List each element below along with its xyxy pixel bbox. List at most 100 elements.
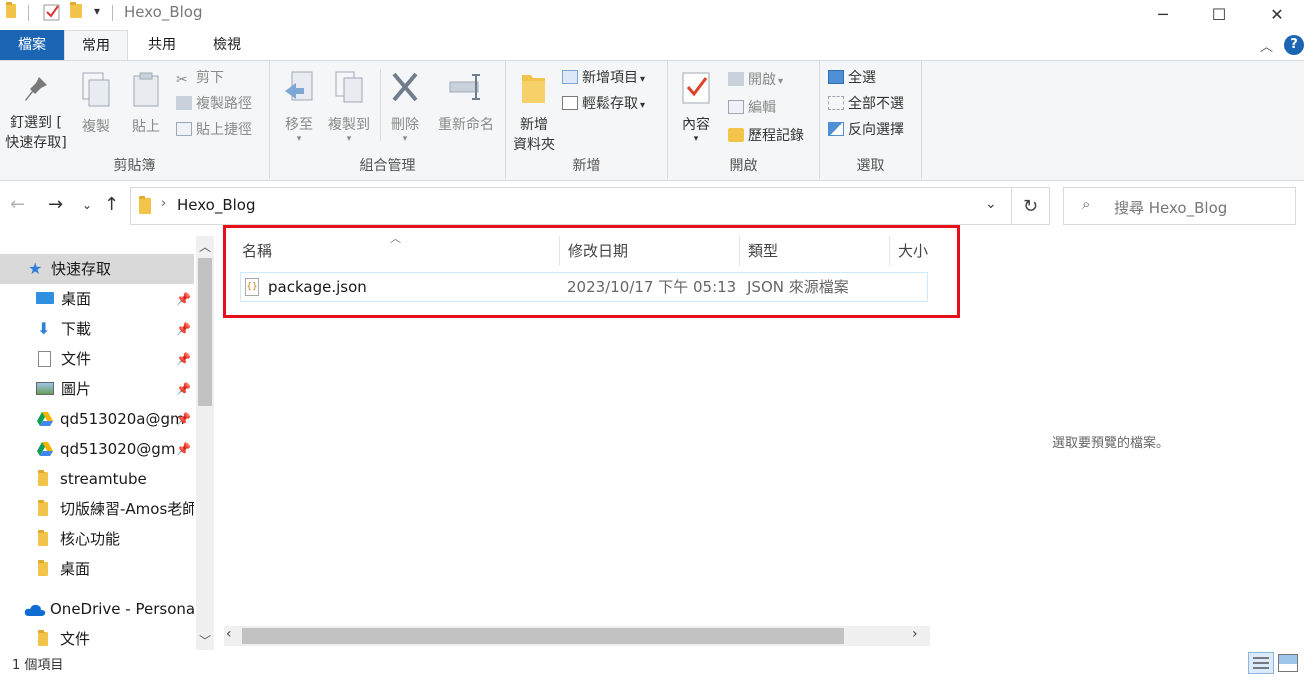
address-dropdown-icon[interactable]: ⌄	[985, 196, 997, 212]
new-folder-quick-icon[interactable]	[70, 2, 82, 18]
nav-item-quick-access[interactable]: ★ 快速存取	[0, 254, 194, 284]
new-folder-button[interactable]: 新增 資料夾	[510, 69, 558, 155]
minimize-button[interactable]: ─	[1140, 0, 1186, 28]
nav-scroll-thumb[interactable]	[198, 258, 212, 406]
copy-path-button[interactable]: 複製路徑	[176, 93, 252, 115]
properties-button[interactable]: 內容 ▾	[674, 69, 718, 144]
column-header-size[interactable]: 大小	[898, 234, 930, 268]
easy-access-dropdown-icon: ▾	[640, 100, 646, 111]
recent-locations-dropdown-icon[interactable]: ⌄	[82, 198, 92, 212]
nav-item-core-features[interactable]: 核心功能	[0, 524, 194, 554]
folder-icon	[38, 630, 48, 646]
easy-access-button[interactable]: 輕鬆存取 ▾	[562, 93, 645, 115]
rename-icon	[449, 74, 480, 100]
tab-share[interactable]: 共用	[136, 30, 188, 60]
delete-icon	[392, 72, 418, 102]
tab-view[interactable]: 檢視	[200, 30, 254, 60]
pin-icon[interactable]: 📌	[176, 434, 191, 464]
nav-item-google-drive-1[interactable]: qd513020a@gm 📌	[0, 404, 194, 434]
refresh-button[interactable]: ↻	[1012, 187, 1050, 225]
column-divider[interactable]	[739, 236, 740, 266]
move-to-button[interactable]: 移至 ▾	[278, 69, 320, 144]
title-bar: ▾ Hexo_Blog ─ ☐ ✕	[0, 0, 1304, 28]
edit-button[interactable]: 編輯	[728, 97, 776, 119]
paste-shortcut-button[interactable]: 貼上捷徑	[176, 119, 252, 141]
forward-button[interactable]: →	[48, 194, 63, 215]
open-dropdown-icon: ▾	[778, 76, 784, 87]
nav-item-desktop-folder[interactable]: 桌面	[0, 554, 194, 584]
pin-icon	[25, 77, 47, 101]
cut-button[interactable]: ✂ 剪下	[176, 67, 224, 89]
new-item-button[interactable]: 新增項目 ▾	[562, 67, 645, 89]
scissors-icon: ✂	[176, 72, 188, 88]
scroll-down-icon[interactable]: ﹀	[199, 632, 211, 649]
customize-quick-access-icon[interactable]: ▾	[94, 4, 100, 18]
file-type: JSON 來源檔案	[747, 278, 849, 296]
search-placeholder: 搜尋 Hexo_Blog	[1114, 199, 1228, 217]
breadcrumb-chevron-icon: ›	[161, 196, 167, 211]
copy-to-button[interactable]: 複製到 ▾	[324, 69, 374, 144]
pin-icon[interactable]: 📌	[176, 284, 191, 314]
nav-item-documents[interactable]: 文件 📌	[0, 344, 194, 374]
nav-item-downloads[interactable]: ⬇ 下載 📌	[0, 314, 194, 344]
pin-icon[interactable]: 📌	[176, 344, 191, 374]
details-view-button[interactable]	[1248, 652, 1274, 674]
column-header-type[interactable]: 類型	[748, 234, 778, 268]
help-icon[interactable]: ?	[1284, 35, 1304, 55]
new-group: 新增 資料夾 新增項目 ▾ 輕鬆存取 ▾ 新增	[506, 61, 668, 179]
history-button[interactable]: 歷程記錄	[728, 125, 804, 147]
scroll-left-icon[interactable]: ‹	[226, 626, 232, 642]
nav-item-pictures[interactable]: 圖片 📌	[0, 374, 194, 404]
invert-selection-button[interactable]: 反向選擇	[828, 119, 904, 141]
nav-scrollbar[interactable]: ︿ ﹀	[196, 236, 214, 650]
paste-icon	[133, 72, 159, 107]
column-divider[interactable]	[889, 236, 890, 266]
breadcrumb-path[interactable]: Hexo_Blog	[177, 196, 256, 214]
close-button[interactable]: ✕	[1254, 0, 1300, 28]
properties-check-icon[interactable]	[43, 3, 61, 25]
nav-item-desktop[interactable]: 桌面 📌	[0, 284, 194, 314]
table-row[interactable]: {} package.json 2023/10/17 下午 05:13 JSON…	[240, 272, 928, 302]
paste-button[interactable]: 貼上	[126, 71, 166, 137]
nav-item-onedrive[interactable]: OneDrive - Personal	[0, 594, 194, 624]
tab-file[interactable]: 檔案	[0, 30, 64, 60]
select-none-button[interactable]: 全部不選	[828, 93, 904, 115]
horizontal-scrollbar[interactable]: ‹ ›	[224, 626, 930, 646]
pin-icon[interactable]: 📌	[176, 374, 191, 404]
address-bar[interactable]: › Hexo_Blog ⌄	[130, 187, 1012, 225]
maximize-button[interactable]: ☐	[1196, 0, 1242, 28]
up-button[interactable]: ↑	[104, 194, 119, 215]
rename-button[interactable]: 重新命名	[430, 69, 502, 135]
properties-label: 內容	[682, 117, 710, 133]
pin-icon[interactable]: 📌	[176, 404, 191, 434]
copy-to-label: 複製到	[328, 117, 370, 133]
column-header-modified[interactable]: 修改日期	[568, 234, 628, 268]
delete-button[interactable]: 刪除 ▾	[384, 69, 426, 144]
tab-home[interactable]: 常用	[64, 30, 128, 60]
select-all-button[interactable]: 全選	[828, 67, 876, 89]
ribbon-tabs: 檔案 常用 共用 檢視 ︿ ?	[0, 30, 1304, 60]
file-name[interactable]: package.json	[268, 273, 367, 301]
copy-to-icon	[335, 71, 363, 103]
large-icons-view-button[interactable]	[1278, 654, 1298, 672]
back-button[interactable]: ←	[10, 194, 25, 215]
nav-item-streamtube[interactable]: streamtube	[0, 464, 194, 494]
scroll-right-icon[interactable]: ›	[912, 626, 918, 642]
pin-icon[interactable]: 📌	[176, 314, 191, 344]
search-icon: ⌕	[1082, 195, 1091, 213]
pin-quick-access-button[interactable]: 釘選到 [ 快速存取]	[2, 73, 70, 153]
column-divider[interactable]	[559, 236, 560, 266]
nav-label: 文件	[61, 350, 92, 368]
nav-item-google-drive-2[interactable]: qd513020@gm 📌	[0, 434, 194, 464]
column-header-name[interactable]: 名稱	[242, 234, 272, 268]
collapse-ribbon-icon[interactable]: ︿	[1260, 36, 1273, 55]
delete-label: 刪除	[391, 117, 419, 133]
horizontal-scroll-thumb[interactable]	[242, 628, 844, 644]
open-button[interactable]: 開啟 ▾	[728, 69, 783, 91]
copy-button[interactable]: 複製	[76, 71, 116, 137]
scroll-up-icon[interactable]: ︿	[199, 238, 211, 255]
divider	[28, 5, 29, 21]
search-box[interactable]: ⌕ 搜尋 Hexo_Blog	[1063, 187, 1296, 225]
nav-label: 桌面	[61, 290, 92, 308]
nav-item-practice[interactable]: 切版練習-Amos老師	[0, 494, 194, 524]
